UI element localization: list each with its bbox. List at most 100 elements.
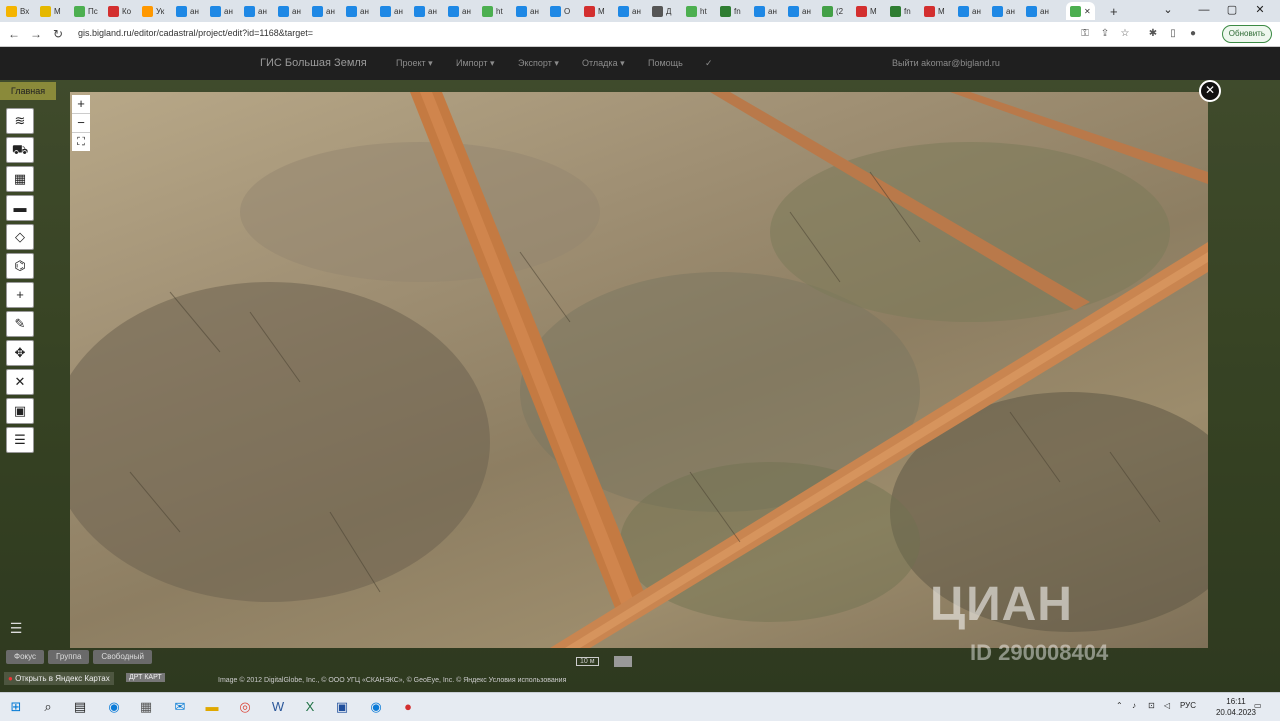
browser-tab[interactable]: ан <box>244 2 267 20</box>
close-tab-icon[interactable]: ✕ <box>1084 7 1091 16</box>
browser-tab[interactable]: ht <box>482 2 503 20</box>
bookmark-star-icon[interactable]: ☆ <box>1118 27 1132 41</box>
browser-tab[interactable]: ht <box>686 2 707 20</box>
check-icon[interactable]: ✓ <box>705 58 713 69</box>
url-field[interactable]: gis.bigland.ru/editor/cadastral/project/… <box>78 28 313 38</box>
explorer-icon[interactable]: ▬ <box>202 697 222 717</box>
system-clock[interactable]: 16:11 20.04.2023 <box>1216 696 1256 718</box>
browser-tab[interactable]: ан <box>958 2 981 20</box>
zoom-out-button[interactable]: − <box>72 114 90 133</box>
notifications-icon[interactable]: ▭ <box>1254 701 1262 710</box>
menu-debug[interactable]: Отладка ▾ <box>582 58 625 69</box>
browser-tab[interactable]: (2 <box>822 2 843 20</box>
browser-tab[interactable]: ан <box>448 2 471 20</box>
save-icon[interactable]: ▣ <box>6 398 34 424</box>
browser-tab[interactable]: Ук <box>142 2 164 20</box>
close-window-icon[interactable]: ✕ <box>1240 0 1280 22</box>
sidepanel-icon[interactable]: ▯ <box>1166 27 1180 41</box>
language-indicator[interactable]: РУС <box>1180 701 1196 710</box>
browser-tab[interactable]: ан <box>278 2 301 20</box>
browser-tab[interactable]: ан <box>380 2 403 20</box>
home-tab[interactable]: Главная <box>0 82 56 100</box>
active-browser-tab[interactable]: ✕ <box>1066 2 1095 20</box>
tray-chevron-icon[interactable]: ⌃ <box>1116 701 1123 710</box>
browser-tab[interactable]: Д <box>652 2 671 20</box>
task-view-icon[interactable]: ▤ <box>70 697 90 717</box>
browser-tab[interactable]: ан <box>312 2 335 20</box>
windows-start-icon[interactable]: ⊞ <box>6 697 26 717</box>
menu-project[interactable]: Проект ▾ <box>396 58 433 69</box>
browser-tab[interactable]: ан <box>414 2 437 20</box>
edge-2-icon[interactable]: ◉ <box>366 697 386 717</box>
new-tab-button[interactable]: + <box>1110 2 1118 20</box>
crosshair-icon[interactable]: + <box>6 282 34 308</box>
browser-tab[interactable]: ан <box>1026 2 1049 20</box>
reload-icon[interactable]: ↻ <box>50 26 66 42</box>
cadastre-icon[interactable]: ▦ <box>6 166 34 192</box>
browser-tab[interactable]: ан <box>788 2 811 20</box>
mode-free-button[interactable]: Свободный <box>93 650 152 664</box>
volume-icon[interactable]: ◁ <box>1164 701 1170 710</box>
menu-export[interactable]: Экспорт ▾ <box>518 58 559 69</box>
mail-icon[interactable]: ✉ <box>170 697 190 717</box>
browser-tab[interactable]: ан <box>346 2 369 20</box>
mic-icon[interactable]: ♪ <box>1132 701 1136 710</box>
app-icon[interactable]: ▣ <box>332 697 352 717</box>
layers-stack-icon[interactable]: ☰ <box>6 620 26 640</box>
network-icon[interactable]: ⊡ <box>1148 701 1155 710</box>
share-icon[interactable]: ⇪ <box>1098 27 1112 41</box>
browser-tab[interactable]: ан <box>210 2 233 20</box>
folder-icon[interactable]: ▬ <box>6 195 34 221</box>
word-icon[interactable]: W <box>268 697 288 717</box>
excel-icon[interactable]: X <box>300 697 320 717</box>
settings-sliders-icon[interactable]: ☰ <box>6 427 34 453</box>
logout-link[interactable]: Выйти akomar@bigland.ru <box>892 58 1000 68</box>
browser-tab[interactable]: ан <box>992 2 1015 20</box>
back-icon[interactable]: ← <box>6 26 22 42</box>
aerial-photo[interactable]: ЦИАН <box>70 92 1208 648</box>
move-icon[interactable]: ✥ <box>6 340 34 366</box>
browser-tab[interactable]: М <box>40 2 61 20</box>
antenna-icon[interactable]: ⌬ <box>6 253 34 279</box>
layers-icon[interactable]: ≋ <box>6 108 34 134</box>
polygon-icon[interactable]: ◇ <box>6 224 34 250</box>
car-icon[interactable]: ⛟ <box>6 137 34 163</box>
menu-import[interactable]: Импорт ▾ <box>456 58 494 69</box>
update-button[interactable]: Обновить <box>1221 25 1272 43</box>
browser-tab[interactable]: ан <box>754 2 777 20</box>
zoom-in-button[interactable]: + <box>72 95 90 114</box>
browser-tab[interactable]: Вх <box>6 2 29 20</box>
fullscreen-button[interactable]: ⛶ <box>72 133 90 151</box>
app-brand[interactable]: ГИС Большая Земля <box>260 57 367 69</box>
browser-tab[interactable]: ан <box>176 2 199 20</box>
browser-tab[interactable]: fn <box>890 2 911 20</box>
app-red-icon[interactable]: ● <box>398 697 418 717</box>
menu-help[interactable]: Помощь <box>648 58 683 68</box>
browser-tab[interactable]: О <box>550 2 570 20</box>
edge-icon[interactable]: ◉ <box>104 697 124 717</box>
mode-group-button[interactable]: Группа <box>48 650 90 664</box>
app-menu-bar: ГИС Большая Земля Проект ▾ Импорт ▾ Эксп… <box>0 47 1280 80</box>
delete-icon[interactable]: ✕ <box>6 369 34 395</box>
dpt-badge[interactable]: ДРТ КАРТ <box>126 673 165 682</box>
search-icon[interactable]: ⌕ <box>38 697 58 717</box>
open-yandex-link[interactable]: ● Открыть в Яндекс Картах <box>4 672 114 685</box>
profile-icon[interactable]: ● <box>1186 27 1200 41</box>
close-lightbox-button[interactable]: ✕ <box>1199 80 1221 102</box>
forward-icon[interactable]: → <box>28 26 44 42</box>
chrome-icon[interactable]: ◎ <box>235 697 255 717</box>
browser-tab[interactable]: Ко <box>108 2 131 20</box>
store-icon[interactable]: ▦ <box>136 697 156 717</box>
browser-tab[interactable]: М <box>584 2 605 20</box>
browser-tab[interactable]: ан <box>516 2 539 20</box>
browser-tab[interactable]: ан <box>618 2 641 20</box>
mode-focus-button[interactable]: Фокус <box>6 650 45 664</box>
browser-tab[interactable]: fn <box>720 2 741 20</box>
key-icon[interactable]: ⚿ <box>1078 27 1092 41</box>
browser-tab[interactable]: М <box>924 2 945 20</box>
browser-tab[interactable]: М <box>856 2 877 20</box>
chevron-down-icon[interactable]: ⌄ <box>1148 0 1188 22</box>
browser-tab[interactable]: Пс <box>74 2 98 20</box>
extensions-icon[interactable]: ✱ <box>1146 27 1160 41</box>
pencil-icon[interactable]: ✎ <box>6 311 34 337</box>
